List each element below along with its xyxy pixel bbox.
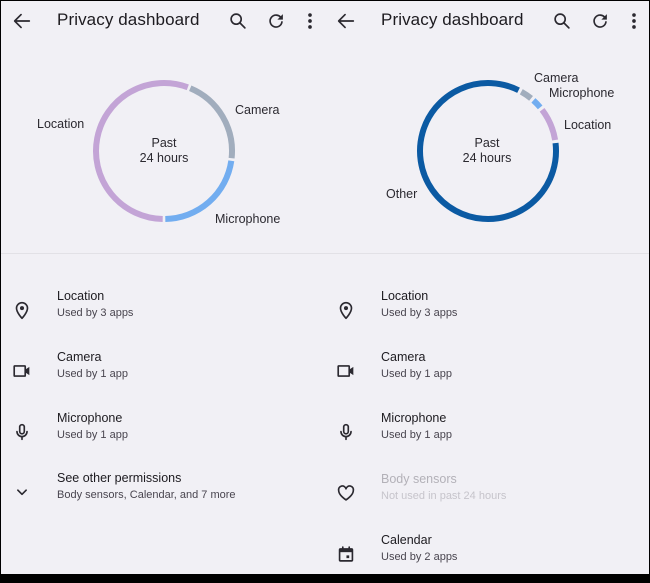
usage-donut-chart: Location Camera Microphone Past 24 hours	[1, 41, 325, 253]
page-title: Privacy dashboard	[57, 10, 200, 29]
ring-segment-microphone	[531, 98, 543, 110]
chart-center-text: Past 24 hours	[104, 136, 224, 166]
mic-icon	[16, 423, 28, 441]
ring-segment-microphone	[165, 160, 235, 222]
permission-usage: Not used in past 24 hours	[381, 490, 507, 502]
refresh-icon[interactable]	[589, 10, 611, 32]
permission-usage: Body sensors, Calendar, and 7 more	[57, 489, 236, 501]
chart-center-line2: 24 hours	[462, 151, 512, 165]
privacy-dashboard-panel-right: Privacy dashboard Camera Microphone Loca…	[325, 1, 649, 574]
permission-usage: Used by 3 apps	[57, 307, 134, 319]
see-other-permissions-item[interactable]: See other permissions Body sensors, Cale…	[1, 471, 325, 521]
permission-item-camera[interactable]: Camera Used by 1 app	[1, 350, 325, 400]
app-bar: Privacy dashboard	[1, 1, 325, 41]
location-pin-icon	[15, 301, 29, 320]
permission-usage: Used by 1 app	[381, 368, 452, 380]
permission-item-camera[interactable]: Camera Used by 1 app	[325, 350, 649, 400]
chart-label-microphone: Microphone	[215, 212, 281, 226]
permission-usage: Used by 1 app	[57, 368, 128, 380]
chart-label-location: Location	[37, 117, 85, 131]
arrow-back-icon[interactable]	[11, 10, 33, 32]
permission-usage: Used by 1 app	[381, 429, 452, 441]
permission-name: Body sensors	[381, 472, 457, 486]
refresh-icon[interactable]	[265, 10, 287, 32]
ring-segment-camera	[519, 89, 533, 101]
permission-name: Microphone	[57, 411, 123, 425]
permission-name: Camera	[57, 350, 102, 364]
videocam-icon	[337, 365, 354, 377]
chart-label-location: Location	[564, 118, 612, 132]
calendar-icon	[338, 546, 354, 562]
permission-name: Microphone	[381, 411, 447, 425]
chart-center-line1: Past	[474, 136, 500, 150]
permission-name: Camera	[381, 350, 426, 364]
permission-item-location[interactable]: Location Used by 3 apps	[1, 289, 325, 339]
app-bar: Privacy dashboard	[325, 1, 649, 41]
chart-label-microphone: Microphone	[549, 86, 615, 100]
permission-name: See other permissions	[57, 471, 182, 485]
videocam-icon	[13, 365, 30, 377]
more-vert-icon[interactable]	[299, 10, 321, 32]
page-title: Privacy dashboard	[381, 10, 524, 29]
chevron-down-icon	[17, 489, 27, 496]
chart-center-text: Past 24 hours	[427, 136, 547, 166]
arrow-back-icon[interactable]	[335, 10, 357, 32]
permission-name: Location	[381, 289, 429, 303]
permission-item-body-sensors[interactable]: Body sensors Not used in past 24 hours	[325, 472, 649, 522]
permission-name: Location	[57, 289, 105, 303]
permission-name: Calendar	[381, 533, 432, 547]
chart-center-line2: 24 hours	[139, 151, 189, 165]
permission-item-microphone[interactable]: Microphone Used by 1 app	[1, 411, 325, 461]
permission-item-calendar[interactable]: Calendar Used by 2 apps	[325, 533, 649, 583]
permission-usage: Used by 2 apps	[381, 551, 458, 563]
heart-icon	[337, 485, 355, 501]
screenshot-frame: Privacy dashboard Location Camera Microp…	[1, 1, 649, 574]
mic-icon	[340, 423, 352, 441]
location-pin-icon	[339, 301, 353, 320]
usage-donut-chart: Camera Microphone Location Other Past 24…	[325, 41, 649, 253]
divider	[1, 253, 325, 254]
permission-usage: Used by 3 apps	[381, 307, 458, 319]
chart-center-line1: Past	[151, 136, 177, 150]
chart-label-camera: Camera	[534, 71, 579, 85]
privacy-dashboard-panel-left: Privacy dashboard Location Camera Microp…	[1, 1, 325, 574]
search-icon[interactable]	[551, 10, 573, 32]
more-vert-icon[interactable]	[623, 10, 645, 32]
permission-item-location[interactable]: Location Used by 3 apps	[325, 289, 649, 339]
chart-label-other: Other	[386, 187, 418, 201]
search-icon[interactable]	[227, 10, 249, 32]
divider	[325, 253, 649, 254]
permission-usage: Used by 1 app	[57, 429, 128, 441]
chart-label-camera: Camera	[235, 103, 280, 117]
permission-item-microphone[interactable]: Microphone Used by 1 app	[325, 411, 649, 461]
